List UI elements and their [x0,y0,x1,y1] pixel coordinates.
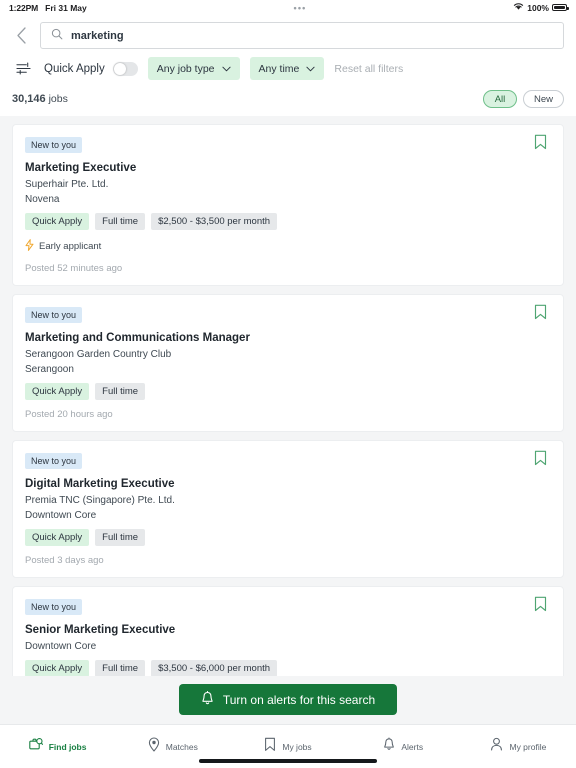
job-chip-quick-apply: Quick Apply [25,660,90,676]
tab-label-find-jobs: Find jobs [48,741,87,752]
job-title: Senior Marketing Executive [25,624,176,636]
job-company: Superhair Pte. Ltd. [25,179,109,190]
job-company: Premia TNC (Singapore) Pte. Ltd. [25,495,175,506]
tab-label-alerts: Alerts [401,741,424,752]
search-header: marketing [0,15,576,57]
new-to-you-badge: New to you [25,599,83,615]
job-chip-employment-type: Full time [95,529,146,546]
tab-label-my-jobs: My jobs [282,741,312,752]
early-applicant-label: Early applicant [39,241,102,252]
segment-new[interactable]: New [522,90,564,108]
job-posted-time: Posted 20 hours ago [25,409,113,420]
quick-apply-switch[interactable] [112,61,138,76]
results-summary-row: 30,146 jobs All New [0,90,576,116]
segment-all[interactable]: All [482,90,517,108]
job-title: Marketing and Communications Manager [25,332,250,344]
job-posted-time: Posted 52 minutes ago [25,263,123,274]
job-results-list[interactable]: New to you Marketing Executive Superhair… [0,116,576,676]
job-chip-row: Quick Apply Full time $2,500 - $3,500 pe… [25,213,551,230]
home-indicator [199,759,377,763]
status-bar-left: 1:22PM Fri 31 May [9,3,87,13]
job-type-filter-label: Any job type [156,62,215,75]
filter-settings-icon[interactable] [12,58,34,80]
job-chip-quick-apply: Quick Apply [25,383,90,400]
save-job-bookmark-icon[interactable] [534,596,552,614]
battery-percent: 100% [527,2,549,13]
time-filter[interactable]: Any time [249,57,325,80]
job-type-filter[interactable]: Any job type [147,57,240,80]
save-job-bookmark-icon[interactable] [534,450,552,468]
save-job-bookmark-icon[interactable] [534,134,552,152]
job-location: Novena [25,194,60,205]
tab-label-my-profile: My profile [509,741,547,752]
job-title: Digital Marketing Executive [25,478,175,490]
tab-matches[interactable]: Matches [115,737,230,757]
job-chip-salary: $3,500 - $6,000 per month [151,660,278,676]
bell-icon [383,736,395,757]
job-card[interactable]: New to you Marketing Executive Superhair… [12,124,564,286]
wifi-icon [513,2,524,13]
window-handle-dots: ••• [293,2,307,13]
tab-alerts[interactable]: Alerts [346,736,461,757]
job-posted-time: Posted 3 days ago [25,555,104,566]
job-location: Downtown Core [25,641,97,652]
lightning-bolt-icon [25,239,34,254]
filter-bar: Quick Apply Any job type Any time Reset … [0,57,576,90]
job-card[interactable]: New to you Marketing and Communications … [12,294,564,432]
back-button[interactable] [8,23,34,49]
job-location: Downtown Core [25,510,97,521]
results-count-number: 30,146 [12,93,46,105]
job-card[interactable]: New to you Digital Marketing Executive P… [12,440,564,578]
tab-label-matches: Matches [165,741,198,752]
tab-my-jobs[interactable]: My jobs [230,737,345,757]
search-input[interactable]: marketing [40,22,564,49]
tab-find-jobs[interactable]: Find jobs [0,737,115,756]
sticky-cta-bar: Turn on alerts for this search [0,676,576,724]
time-filter-label: Any time [258,62,300,75]
job-company: Serangoon Garden Country Club [25,349,172,360]
results-count-suffix: jobs [48,93,68,105]
app-screen: 1:22PM Fri 31 May ••• 100% marketing Qui… [0,0,576,768]
quick-apply-toggle-group[interactable]: Quick Apply [44,61,138,76]
results-segment-group: All New [482,90,564,108]
new-to-you-badge: New to you [25,137,83,153]
job-card[interactable]: New to you Senior Marketing Executive Do… [12,586,564,676]
cta-label: Turn on alerts for this search [222,692,376,707]
new-to-you-badge: New to you [25,307,83,323]
map-pin-icon [148,737,160,757]
job-chip-row: Quick Apply Full time [25,383,551,400]
job-chip-employment-type: Full time [95,660,146,676]
reset-all-filters-button[interactable]: Reset all filters [334,63,403,75]
tab-my-profile[interactable]: My profile [461,737,576,756]
bookmark-icon [264,737,276,757]
early-applicant-note: Early applicant [25,239,551,254]
job-chip-quick-apply: Quick Apply [25,213,90,230]
person-icon [490,737,503,756]
turn-on-alerts-for-search-button[interactable]: Turn on alerts for this search [178,684,398,715]
job-chip-employment-type: Full time [95,213,146,230]
job-chip-quick-apply: Quick Apply [25,529,90,546]
job-location: Serangoon [25,364,74,375]
briefcase-search-icon [28,737,43,756]
new-to-you-badge: New to you [25,453,83,469]
status-date: Fri 31 May [45,2,87,13]
job-title: Marketing Executive [25,162,137,174]
job-chip-row: Quick Apply Full time [25,529,551,546]
chevron-down-icon [306,63,315,75]
job-chip-salary: $2,500 - $3,500 per month [151,213,278,230]
bell-icon [201,690,214,709]
job-chip-employment-type: Full time [95,383,146,400]
status-bar: 1:22PM Fri 31 May ••• 100% [0,0,576,15]
save-job-bookmark-icon[interactable] [534,304,552,322]
job-chip-row: Quick Apply Full time $3,500 - $6,000 pe… [25,660,551,676]
chevron-down-icon [221,63,231,75]
search-query-text: marketing [71,29,124,42]
results-count: 30,146 jobs [12,93,68,105]
search-icon [51,27,63,45]
quick-apply-label: Quick Apply [44,62,105,75]
battery-icon [552,3,569,12]
status-bar-right: 100% [513,2,569,13]
status-time: 1:22PM [9,2,39,13]
